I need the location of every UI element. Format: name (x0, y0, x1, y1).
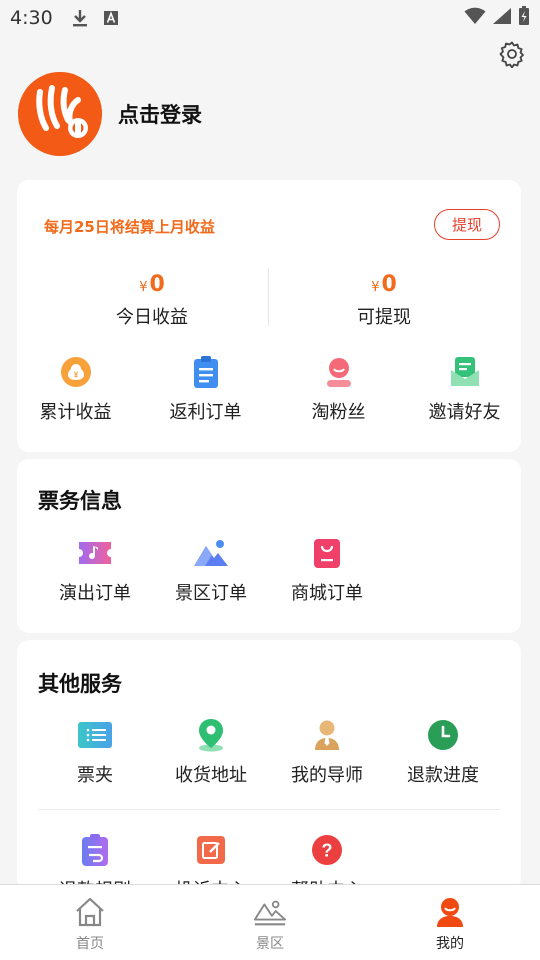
brand-logo-icon (18, 72, 102, 156)
grid-label: 收货地址 (175, 765, 247, 786)
money-bag-icon: ¥ (58, 354, 94, 390)
shopping-bag-icon (309, 535, 345, 571)
grid-label: 返利订单 (169, 402, 242, 423)
fan-user-icon (321, 354, 357, 390)
services-card: 其他服务 票夹 收货地址 我的导师 退款进度 ? (17, 640, 521, 890)
clock-icon (425, 717, 461, 753)
grid-item-refund-rules[interactable]: 退款规则 (37, 832, 153, 890)
grid-label: 退款进度 (407, 765, 479, 786)
font-a-icon (103, 10, 119, 26)
tickets-card: 票务信息 演出订单 景区订单 商城订单 (17, 459, 521, 633)
grid-label: 票夹 (77, 765, 113, 786)
grid-item-total-earnings[interactable]: ¥ 累计收益 (19, 354, 132, 424)
ticket-folder-icon (77, 717, 113, 753)
grid-label: 我的导师 (291, 765, 363, 786)
grid-item-ticket-folder[interactable]: 票夹 (37, 717, 153, 787)
grid-item-help[interactable]: ? 帮助中心 (269, 832, 385, 890)
tab-home[interactable]: 首页 (0, 885, 180, 960)
services-grid-row-2: 退款规则 投诉中心 ? 帮助中心 (17, 832, 521, 890)
signal-icon (492, 7, 512, 30)
bottom-tab-bar: 首页 景区 我的 (0, 884, 540, 960)
settle-notice: 每月25日将结算上月收益 (44, 218, 215, 236)
tickets-grid: 演出订单 景区订单 商城订单 (17, 535, 521, 605)
tab-profile[interactable]: 我的 (360, 885, 540, 960)
help-icon: ? (309, 832, 345, 868)
grid-label: 淘粉丝 (311, 402, 366, 423)
today-label: 今日收益 (116, 307, 188, 328)
home-icon (73, 895, 107, 929)
tab-scenic[interactable]: 景区 (180, 885, 360, 960)
refund-rules-icon (77, 832, 113, 868)
avatar[interactable] (18, 72, 102, 156)
gear-icon (498, 41, 526, 72)
mentor-icon (309, 717, 345, 753)
svg-text:?: ? (322, 841, 333, 861)
services-divider (38, 809, 500, 810)
profile-icon (433, 895, 467, 929)
currency-symbol: ¥ (371, 280, 380, 295)
status-bar: 4:30 (0, 0, 540, 36)
withdrawable-label: 可提现 (357, 307, 411, 328)
grid-item-mentor[interactable]: 我的导师 (269, 717, 385, 787)
invite-envelope-icon (447, 354, 483, 390)
login-link[interactable]: 点击登录 (118, 99, 202, 129)
location-pin-icon (193, 717, 229, 753)
battery-icon (518, 5, 530, 31)
grid-item-scenic-orders[interactable]: 景区订单 (153, 535, 269, 605)
grid-item-show-orders[interactable]: 演出订单 (37, 535, 153, 605)
tickets-title: 票务信息 (38, 489, 122, 513)
grid-item-fans[interactable]: 淘粉丝 (282, 354, 395, 424)
grid-item-address[interactable]: 收货地址 (153, 717, 269, 787)
wifi-icon (464, 7, 486, 30)
mountain-icon (193, 535, 229, 571)
tab-label: 我的 (436, 936, 464, 952)
svg-text:¥: ¥ (73, 371, 78, 380)
withdrawable-earnings[interactable]: ¥0 可提现 (269, 272, 499, 329)
complaint-icon (193, 832, 229, 868)
services-title: 其他服务 (38, 672, 122, 696)
status-time: 4:30 (10, 7, 53, 29)
today-amount: 0 (149, 272, 165, 297)
grid-label: 商城订单 (291, 583, 363, 604)
earnings-card: 每月25日将结算上月收益 提现 ¥0 今日收益 ¥0 可提现 ¥ 累计收益 返利… (17, 180, 521, 452)
profile-header[interactable]: 点击登录 (18, 72, 202, 156)
currency-symbol: ¥ (139, 280, 148, 295)
download-icon (71, 8, 89, 28)
grid-item-mall-orders[interactable]: 商城订单 (269, 535, 385, 605)
scenic-icon (253, 895, 287, 929)
settings-button[interactable] (498, 40, 526, 69)
tab-label: 景区 (256, 936, 284, 952)
services-grid-row-1: 票夹 收货地址 我的导师 退款进度 (17, 717, 521, 787)
earnings-grid: ¥ 累计收益 返利订单 淘粉丝 邀请好友 (17, 354, 521, 424)
withdraw-button[interactable]: 提现 (434, 209, 500, 240)
clipboard-icon (188, 354, 224, 390)
grid-item-refund-progress[interactable]: 退款进度 (385, 717, 501, 787)
today-earnings[interactable]: ¥0 今日收益 (37, 272, 267, 329)
grid-label: 演出订单 (59, 583, 131, 604)
grid-item-complaint[interactable]: 投诉中心 (153, 832, 269, 890)
grid-label: 邀请好友 (428, 402, 501, 423)
music-ticket-icon (77, 535, 113, 571)
tab-label: 首页 (76, 936, 104, 952)
grid-label: 累计收益 (39, 402, 112, 423)
grid-item-rebate-orders[interactable]: 返利订单 (149, 354, 262, 424)
grid-item-invite-friends[interactable]: 邀请好友 (408, 354, 521, 424)
withdrawable-amount: 0 (381, 272, 397, 297)
grid-label: 景区订单 (175, 583, 247, 604)
